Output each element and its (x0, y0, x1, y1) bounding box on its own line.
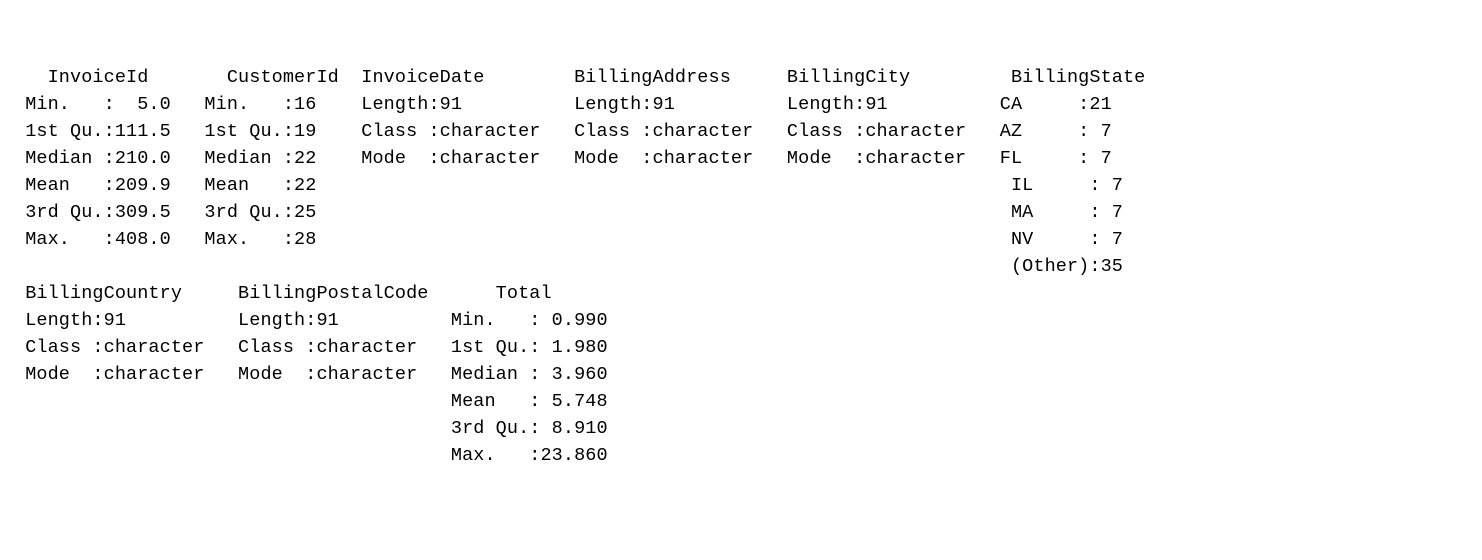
summary-line: 1st Qu.:111.5 1st Qu.:19 Class :characte… (14, 121, 1145, 142)
summary-line: Max. :23.860 (14, 445, 630, 466)
summary-line: Min. : 5.0 Min. :16 Length:91 Length:91 … (14, 94, 1145, 115)
summary-line: Median :210.0 Median :22 Mode :character… (14, 148, 1145, 169)
summary-line: Max. :408.0 Max. :28 NV : 7 (14, 229, 1157, 250)
summary-line: BillingCountry BillingPostalCode Total (14, 283, 630, 304)
summary-line: InvoiceId CustomerId InvoiceDate Billing… (14, 67, 1145, 88)
summary-line: Length:91 Length:91 Min. : 0.990 (14, 310, 630, 331)
summary-line: (Other):35 (14, 256, 1157, 277)
r-summary-output: InvoiceId CustomerId InvoiceDate Billing… (14, 64, 1468, 469)
summary-line: Class :character Class :character 1st Qu… (14, 337, 630, 358)
summary-line: Mean : 5.748 (14, 391, 630, 412)
summary-line: Mean :209.9 Mean :22 IL : 7 (14, 175, 1157, 196)
summary-line: Mode :character Mode :character Median :… (14, 364, 630, 385)
summary-line: 3rd Qu.: 8.910 (14, 418, 630, 439)
summary-line: 3rd Qu.:309.5 3rd Qu.:25 MA : 7 (14, 202, 1157, 223)
